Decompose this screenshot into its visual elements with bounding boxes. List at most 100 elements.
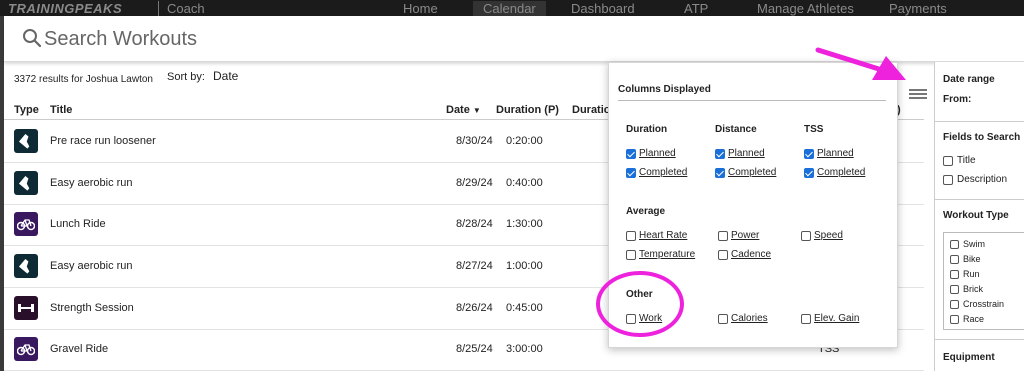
date-from-label: From: — [943, 94, 972, 105]
row-date: 8/30/24 — [456, 135, 493, 147]
option-label: Elev. Gain — [814, 313, 860, 324]
row-duration: 0:20:00 — [506, 135, 543, 147]
tss-completed-option[interactable]: Completed — [804, 167, 865, 178]
col-duration-planned[interactable]: Duration (P) — [496, 104, 559, 116]
workout-type-race[interactable]: Race — [950, 314, 984, 324]
nav-payments[interactable]: Payments — [889, 1, 947, 16]
fields-to-search-section: Fields to Search Title Description — [935, 122, 1024, 200]
checkbox[interactable] — [715, 148, 725, 159]
option-label: Completed — [817, 167, 866, 178]
field-title-checkbox[interactable]: Title — [943, 155, 976, 166]
option-label: Power — [731, 230, 760, 241]
bike-icon — [14, 337, 38, 361]
checkbox[interactable] — [804, 167, 814, 178]
annotation-highlight-circle — [596, 271, 684, 337]
equipment-heading: Equipment — [943, 352, 995, 363]
workout-type-label: Race — [963, 314, 985, 324]
nav-calendar[interactable]: Calendar — [473, 1, 546, 16]
hamburger-icon-bar — [909, 93, 927, 95]
date-range-section: Date range From: — [935, 62, 1024, 122]
field-description-label: Description — [957, 174, 1008, 185]
cadence-option[interactable]: Cadence — [718, 249, 771, 260]
run-shoe-icon — [14, 171, 38, 195]
search-input[interactable] — [44, 22, 544, 56]
distance-planned-option[interactable]: Planned — [715, 148, 765, 159]
row-title: Easy aerobic run — [50, 177, 133, 189]
nav-dashboard[interactable]: Dashboard — [571, 1, 635, 16]
row-duration: 3:00:00 — [506, 343, 543, 355]
duration-planned-option[interactable]: Planned — [626, 148, 676, 159]
workout-type-run[interactable]: Run — [950, 269, 980, 279]
option-label: Heart Rate — [639, 230, 688, 241]
calories-option[interactable]: Calories — [718, 313, 768, 324]
checkbox[interactable] — [718, 313, 728, 324]
option-label: Speed — [814, 230, 843, 241]
row-duration: 0:40:00 — [506, 177, 543, 189]
heart-rate-option[interactable]: Heart Rate — [626, 230, 687, 241]
top-nav: TRAININGPEAKS Coach Home Calendar Dashbo… — [0, 0, 1024, 16]
workout-type-list: Swim Bike Run Brick Crosstrain Race — [943, 232, 1024, 330]
duration-heading: Duration — [626, 124, 668, 135]
temperature-option[interactable]: Temperature — [626, 249, 695, 260]
checkbox[interactable] — [943, 174, 953, 185]
sort-desc-icon: ▼ — [472, 106, 481, 115]
duration-completed-option[interactable]: Completed — [626, 167, 687, 178]
nav-manage-athletes[interactable]: Manage Athletes — [757, 1, 854, 16]
hamburger-icon — [909, 89, 927, 91]
workout-type-label: Crosstrain — [963, 299, 1005, 309]
checkbox[interactable] — [801, 313, 811, 324]
col-duration-completed[interactable]: Duratio — [572, 104, 611, 116]
checkbox[interactable] — [718, 249, 728, 260]
fields-to-search-heading: Fields to Search — [943, 132, 1021, 143]
power-option[interactable]: Power — [718, 230, 759, 241]
checkbox[interactable] — [950, 284, 959, 294]
workout-type-swim[interactable]: Swim — [950, 239, 985, 249]
distance-completed-option[interactable]: Completed — [715, 167, 776, 178]
trainingpeaks-logo: TRAININGPEAKS — [8, 1, 123, 16]
option-label: Planned — [817, 148, 854, 159]
tss-planned-option[interactable]: Planned — [804, 148, 854, 159]
row-title: Strength Session — [50, 302, 134, 314]
nav-atp[interactable]: ATP — [684, 1, 708, 16]
checkbox[interactable] — [950, 299, 959, 309]
sort-by-select[interactable]: Date — [213, 69, 238, 83]
columns-menu-button[interactable] — [909, 89, 927, 101]
workout-type-label: Swim — [963, 239, 985, 249]
speed-option[interactable]: Speed — [801, 230, 843, 241]
row-date: 8/25/24 — [456, 343, 493, 355]
checkbox[interactable] — [626, 167, 636, 178]
checkbox[interactable] — [715, 167, 725, 178]
col-type[interactable]: Type — [14, 104, 39, 116]
field-description-checkbox[interactable]: Description — [943, 174, 1007, 185]
divider — [935, 339, 1024, 340]
col-title[interactable]: Title — [50, 104, 72, 116]
option-label: Calories — [731, 313, 768, 324]
checkbox[interactable] — [626, 230, 636, 241]
annotation-arrow-icon — [815, 47, 906, 80]
workout-type-crosstrain[interactable]: Crosstrain — [950, 299, 1004, 309]
row-duration: 1:00:00 — [506, 260, 543, 272]
average-heading: Average — [626, 206, 666, 217]
checkbox[interactable] — [950, 314, 959, 324]
col-date[interactable]: Date ▼ — [446, 104, 481, 116]
workout-type-brick[interactable]: Brick — [950, 284, 983, 294]
workout-type-bike[interactable]: Bike — [950, 254, 981, 264]
checkbox[interactable] — [626, 249, 636, 260]
checkbox[interactable] — [801, 230, 811, 241]
checkbox[interactable] — [626, 148, 636, 159]
row-duration: 0:45:00 — [506, 302, 543, 314]
workout-type-label: Brick — [963, 284, 983, 294]
checkbox[interactable] — [950, 269, 959, 279]
checkbox[interactable] — [950, 254, 959, 264]
checkbox[interactable] — [718, 230, 728, 241]
checkbox[interactable] — [950, 239, 959, 249]
workout-type-label: Bike — [963, 254, 981, 264]
checkbox[interactable] — [943, 155, 953, 166]
workout-type-heading: Workout Type — [943, 210, 1009, 221]
elev-gain-option[interactable]: Elev. Gain — [801, 313, 859, 324]
filter-sidebar: Date range From: Fields to Search Title … — [934, 62, 1024, 371]
checkbox[interactable] — [804, 148, 814, 159]
row-date: 8/28/24 — [456, 218, 493, 230]
nav-home[interactable]: Home — [403, 1, 438, 16]
results-count: 3372 results for Joshua Lawton — [14, 74, 153, 85]
